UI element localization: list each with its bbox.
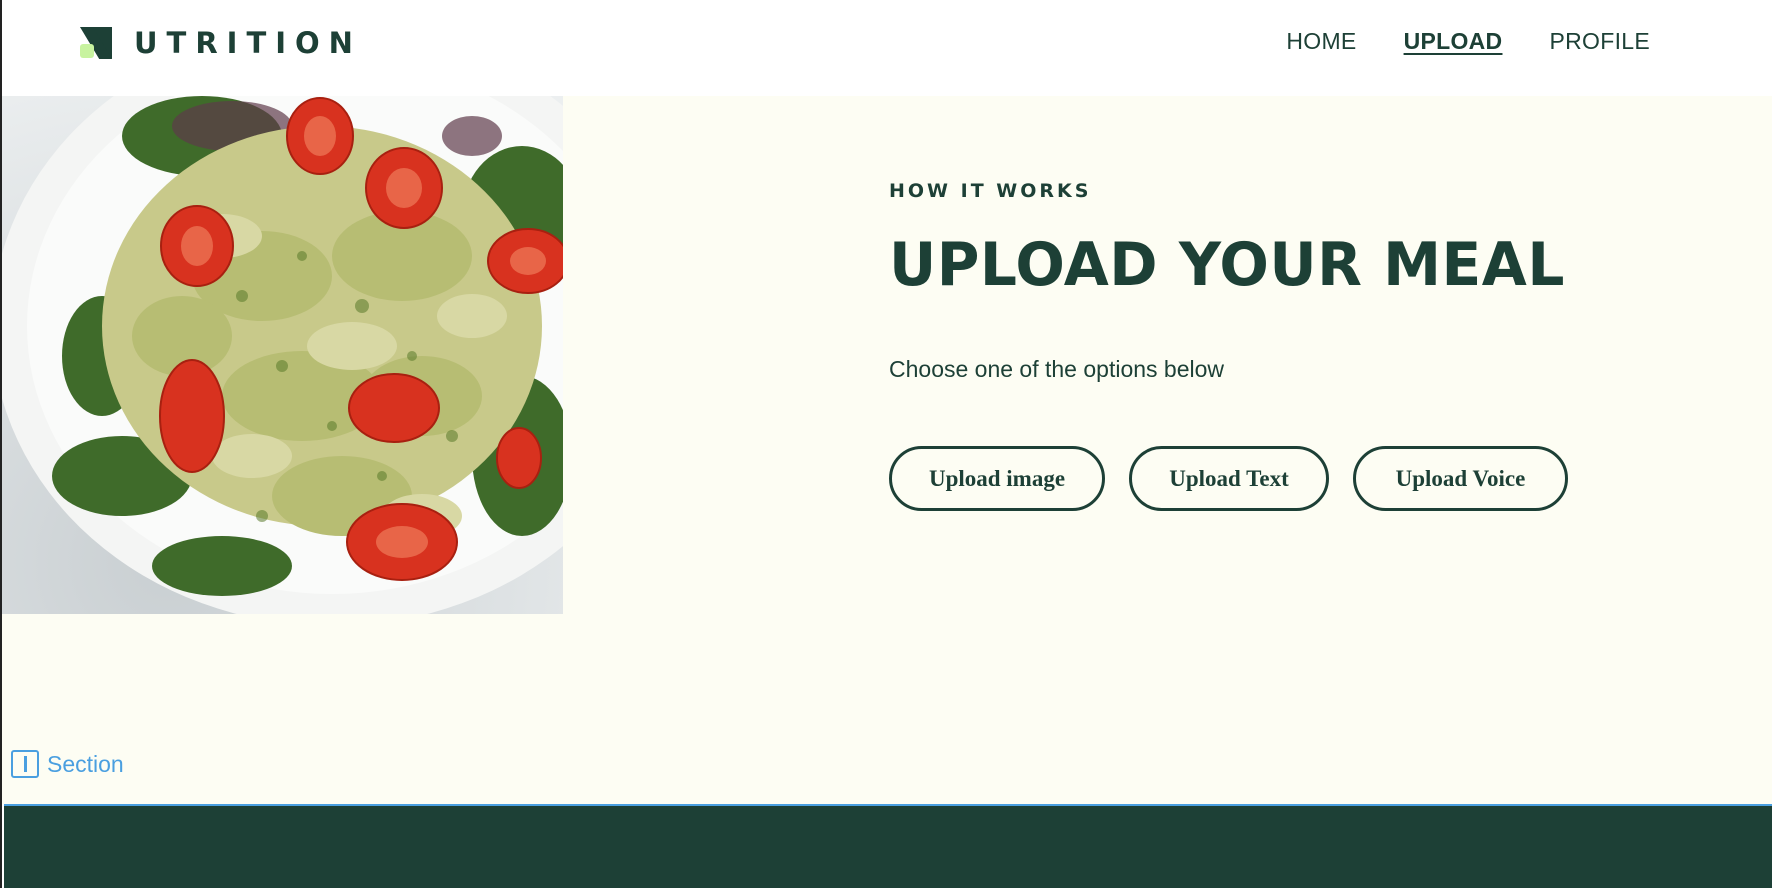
section-label: Section: [47, 750, 124, 777]
upload-options: Upload image Upload Text Upload Voice: [889, 446, 1649, 511]
main-nav: HOME UPLOAD PROFILE: [1239, 28, 1650, 55]
site-header: UTRITION HOME UPLOAD PROFILE: [2, 0, 1772, 96]
page-title: UPLOAD YOUR MEAL: [889, 230, 1565, 300]
subtitle: Choose one of the options below: [889, 356, 1225, 382]
site-footer: [4, 804, 1772, 888]
nav-upload[interactable]: UPLOAD: [1404, 28, 1503, 55]
eyebrow-label: HOW IT WORKS: [889, 180, 1092, 202]
section-selector-tag[interactable]: Section: [11, 750, 124, 778]
upload-voice-button[interactable]: Upload Voice: [1353, 446, 1568, 511]
logo-icon: [80, 27, 112, 59]
upload-text-button[interactable]: Upload Text: [1129, 446, 1329, 511]
brand-name: UTRITION: [134, 26, 362, 60]
nav-profile[interactable]: PROFILE: [1549, 28, 1650, 55]
page-frame: UTRITION HOME UPLOAD PROFILE HOW IT WORK…: [0, 0, 1772, 888]
upload-content: HOW IT WORKS UPLOAD YOUR MEAL Choose one…: [889, 180, 1649, 511]
pasta-salad-photo: [2, 96, 563, 614]
section-icon: [11, 750, 39, 778]
logo[interactable]: UTRITION: [80, 26, 362, 60]
upload-section: HOW IT WORKS UPLOAD YOUR MEAL Choose one…: [2, 96, 1772, 804]
upload-image-button[interactable]: Upload image: [889, 446, 1105, 511]
nav-home[interactable]: HOME: [1286, 28, 1356, 55]
